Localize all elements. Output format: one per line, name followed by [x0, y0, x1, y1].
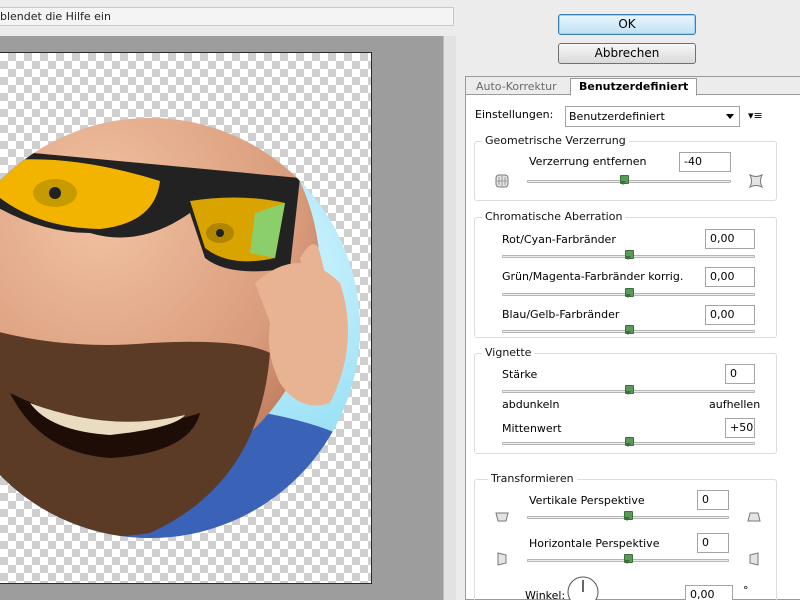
tab-custom[interactable]: Benutzerdefiniert: [570, 78, 698, 96]
remove-distortion-slider-track[interactable]: [527, 180, 731, 183]
preview-area[interactable]: [0, 36, 443, 600]
group-geometric-title: Geometrische Verzerrung: [482, 134, 629, 147]
darken-label: abdunkeln: [502, 398, 560, 411]
red-cyan-label: Rot/Cyan-Farbränder: [502, 233, 616, 246]
vignette-strength-label: Stärke: [502, 368, 538, 381]
angle-dial[interactable]: [566, 575, 600, 600]
degree-symbol: °: [743, 584, 749, 597]
horizontal-perspective-right-icon[interactable]: [747, 552, 761, 566]
angle-label: Winkel:: [525, 589, 566, 600]
distorted-photo: [0, 118, 360, 538]
horizontal-perspective-left-icon[interactable]: [495, 552, 509, 566]
midpoint-input[interactable]: +50: [725, 418, 755, 438]
remove-distortion-label: Verzerrung entfernen: [529, 155, 647, 168]
blue-yellow-label: Blau/Gelb-Farbränder: [502, 308, 620, 321]
blue-yellow-slider-thumb[interactable]: [625, 325, 634, 335]
preview-scrollbar[interactable]: [443, 36, 456, 600]
vertical-perspective-slider-thumb[interactable]: [624, 511, 633, 521]
tab-bar: Auto-Korrektur Benutzerdefiniert: [466, 77, 800, 96]
settings-panel: Auto-Korrektur Benutzerdefiniert Einstel…: [465, 76, 800, 600]
group-chromatic: Chromatische Aberration Rot/Cyan-Farbrän…: [474, 210, 777, 338]
group-vignette-title: Vignette: [482, 346, 535, 359]
ok-button[interactable]: OK: [558, 14, 696, 35]
red-cyan-input[interactable]: 0,00: [705, 229, 755, 249]
horizontal-perspective-label: Horizontale Perspektive: [529, 537, 660, 550]
chevron-down-icon: [726, 114, 734, 119]
cancel-button[interactable]: Abbrechen: [558, 43, 696, 64]
preview-canvas[interactable]: [0, 52, 372, 584]
midpoint-slider-thumb[interactable]: [625, 437, 634, 447]
green-magenta-label: Grün/Magenta-Farbränder korrig.: [502, 270, 684, 283]
red-cyan-slider-thumb[interactable]: [625, 250, 634, 260]
vertical-perspective-input[interactable]: 0: [697, 490, 729, 510]
green-magenta-slider-thumb[interactable]: [625, 288, 634, 298]
angle-input[interactable]: 0,00: [685, 585, 733, 600]
tab-auto-correction[interactable]: Auto-Korrektur: [468, 79, 565, 96]
group-vignette: Vignette Stärke 0 abdunkeln aufhellen Mi…: [474, 346, 777, 454]
vertical-perspective-label: Vertikale Perspektive: [529, 494, 645, 507]
group-geometric: Geometrische Verzerrung Verzerrung entfe…: [474, 134, 777, 201]
settings-label: Einstellungen:: [475, 108, 554, 121]
horizontal-perspective-slider-thumb[interactable]: [624, 554, 633, 564]
group-transform-title: Transformieren: [488, 472, 577, 485]
midpoint-label: Mittenwert: [502, 422, 562, 435]
settings-menu-icon[interactable]: ▾≡: [748, 110, 763, 121]
hint-bar: blendet die Hilfe ein: [0, 7, 454, 26]
settings-select-value: Benutzerdefiniert: [569, 110, 665, 123]
vignette-strength-input[interactable]: 0: [725, 364, 755, 384]
blue-yellow-input[interactable]: 0,00: [705, 305, 755, 325]
group-chromatic-title: Chromatische Aberration: [482, 210, 626, 223]
barrel-icon[interactable]: [749, 174, 763, 188]
remove-distortion-slider-thumb[interactable]: [620, 175, 629, 185]
vignette-strength-slider-thumb[interactable]: [625, 385, 634, 395]
group-transform: Transformieren Vertikale Perspektive 0 H…: [474, 472, 777, 600]
remove-distortion-input[interactable]: -40: [679, 152, 731, 172]
vertical-perspective-left-icon[interactable]: [495, 510, 509, 524]
horizontal-perspective-input[interactable]: 0: [697, 533, 729, 553]
lighten-label: aufhellen: [709, 398, 761, 411]
settings-select[interactable]: Benutzerdefiniert: [565, 106, 740, 127]
pincushion-icon[interactable]: [495, 174, 509, 188]
vertical-perspective-right-icon[interactable]: [747, 510, 761, 524]
hint-text: blendet die Hilfe ein: [0, 10, 111, 23]
green-magenta-input[interactable]: 0,00: [705, 267, 755, 287]
